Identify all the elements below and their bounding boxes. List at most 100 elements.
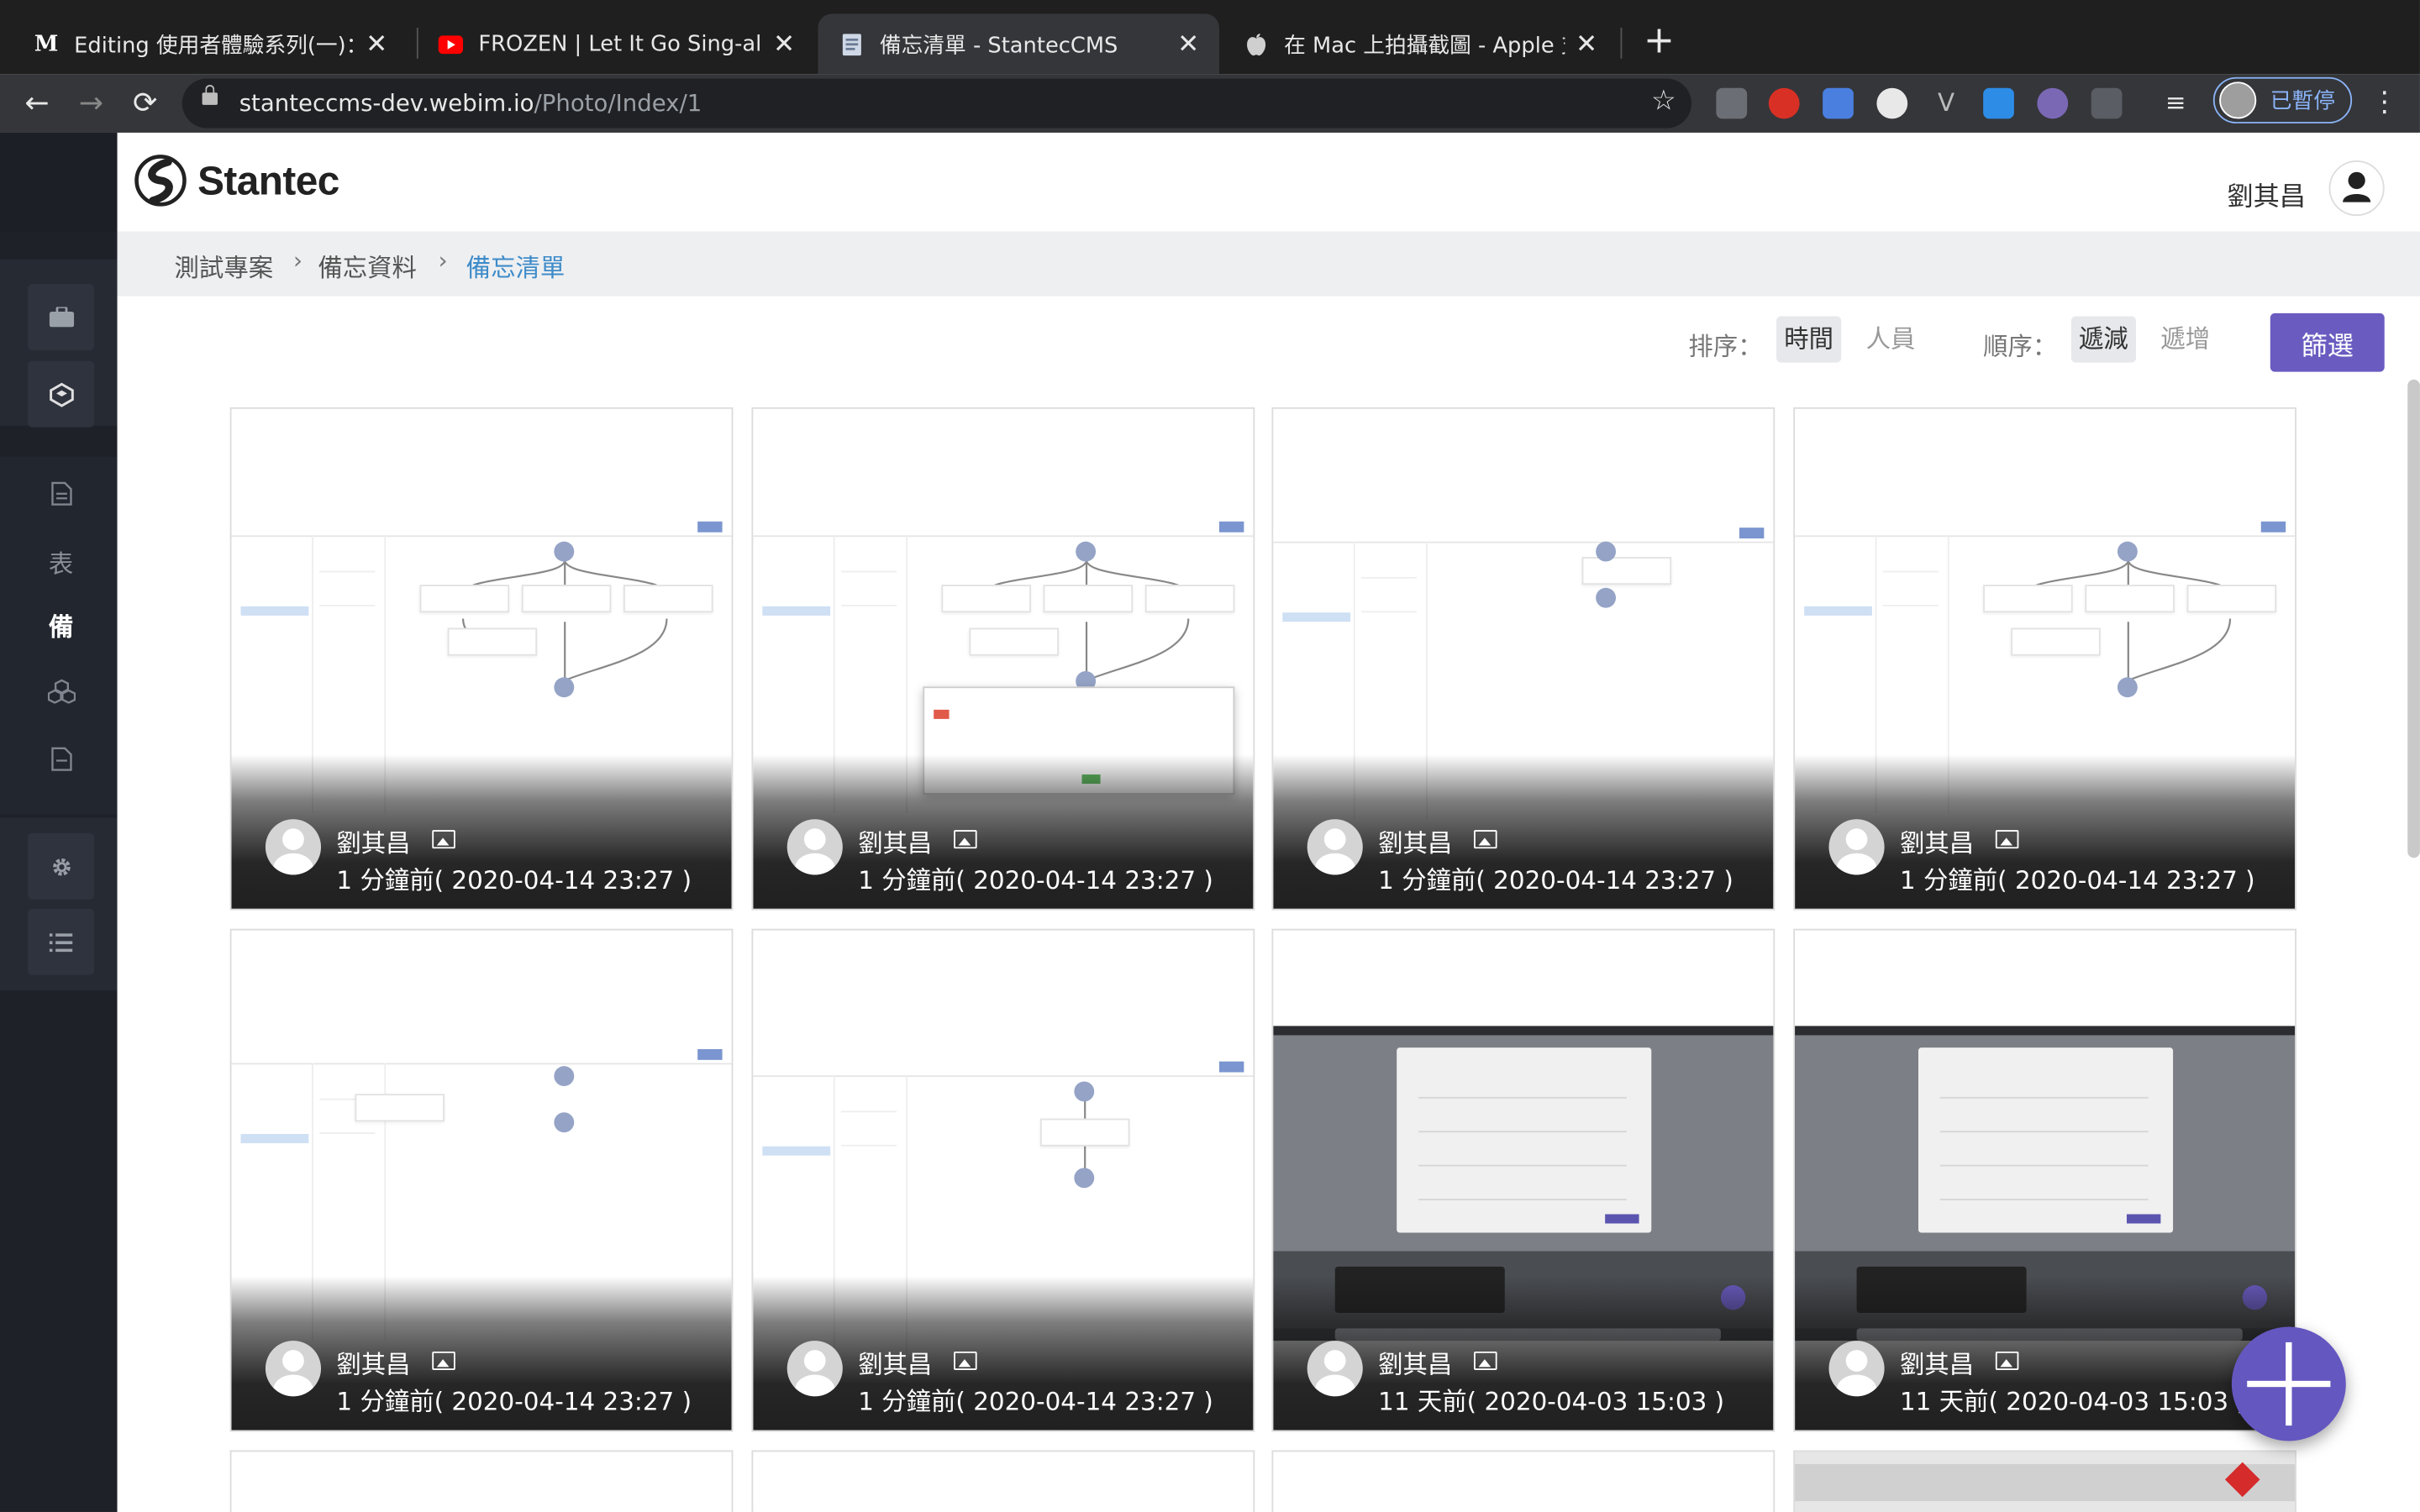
stantec-logo[interactable]: Stantec (134, 155, 339, 207)
apple-logo-icon (1244, 32, 1268, 56)
sidebar-item-models[interactable] (28, 360, 95, 428)
image-icon (1995, 1351, 2019, 1370)
order-descending[interactable]: 遞減 (2070, 316, 2137, 363)
browser-menu-icon[interactable]: ⋮ (2370, 87, 2398, 119)
sidebar-item-reports[interactable] (28, 725, 94, 791)
photo-card[interactable]: 劉其昌 1 分鐘前( 2020-04-14 23:27 ) (229, 928, 734, 1432)
youtube-icon (438, 32, 464, 56)
photo-card[interactable]: 劉其昌 11 天前( 2020-04-03 15:03 ) (1793, 928, 2297, 1432)
photo-card[interactable] (1271, 1450, 1776, 1512)
photo-card[interactable]: 劉其昌 11 天前( 2020-04-03 15:03 ) (1271, 928, 1776, 1432)
photo-timestamp: 1 分鐘前( 2020-04-14 23:27 ) (1899, 865, 2255, 895)
author-avatar (1828, 1341, 1885, 1397)
author-avatar (786, 1341, 843, 1397)
chevron-right-icon: › (292, 246, 302, 275)
image-icon (954, 830, 977, 849)
browser-tab-active[interactable]: 備忘清單 - StantecCMS ✕ (818, 13, 1219, 75)
browser-tab-bar: M Editing 使用者體驗系列(一)：照 ✕ FROZEN | Let It… (0, 0, 2420, 75)
author-name: 劉其昌 (1378, 1350, 1453, 1380)
author-avatar (265, 819, 322, 875)
image-icon (432, 1351, 455, 1370)
logo-text: Stantec (197, 156, 339, 203)
photo-card[interactable]: 劉其昌 1 分鐘前( 2020-04-14 23:27 ) (1793, 407, 2297, 911)
author-name: 劉其昌 (1378, 828, 1453, 858)
sidebar-item-memos[interactable]: 備 (28, 591, 94, 657)
sidebar: 表 備 (0, 132, 118, 1512)
photo-card[interactable]: 劉其昌 1 分鐘前( 2020-04-14 23:27 ) (1271, 407, 1776, 911)
extension-v-icon[interactable]: V (1931, 88, 1962, 119)
chevron-right-icon: › (438, 246, 448, 275)
browser-tab[interactable]: FROZEN | Let It Go Sing-along | ✕ (417, 14, 815, 75)
photo-timestamp: 1 分鐘前( 2020-04-14 23:27 ) (336, 865, 692, 895)
cubes-icon (47, 678, 76, 703)
new-tab-button[interactable]: + (1642, 22, 1676, 59)
sort-by-person[interactable]: 人員 (1858, 317, 1923, 363)
extension-owl-icon[interactable] (2037, 87, 2069, 119)
extension-translate-icon[interactable] (1823, 87, 1854, 119)
photo-card[interactable] (751, 1450, 1255, 1512)
photo-card[interactable]: 劉其昌 1 分鐘前( 2020-04-14 23:27 ) (751, 928, 1255, 1432)
extension-camera-icon[interactable] (1716, 87, 1748, 119)
photo-card[interactable]: 劉其昌 1 分鐘前( 2020-04-14 23:27 ) (229, 407, 734, 911)
reload-icon[interactable]: ⟳ (125, 83, 166, 123)
photo-card[interactable] (1793, 1450, 2297, 1512)
sort-by-time[interactable]: 時間 (1776, 316, 1842, 363)
breadcrumb-memo-data[interactable]: 備忘資料 (318, 247, 417, 284)
sidebar-item-components[interactable] (28, 657, 94, 723)
bookmark-star-icon[interactable]: ☆ (1651, 85, 1676, 118)
breadcrumb: 測試專案 › 備忘資料 › 備忘清單 (117, 231, 2420, 297)
breadcrumb-project[interactable]: 測試專案 (175, 247, 274, 284)
photo-card[interactable] (229, 1450, 734, 1512)
author-name: 劉其昌 (1899, 1350, 1975, 1380)
order-label: 順序： (1983, 331, 2058, 361)
profile-avatar (2219, 81, 2257, 119)
author-name: 劉其昌 (336, 1350, 411, 1380)
profile-button[interactable]: 已暫停 (2212, 76, 2353, 123)
address-bar[interactable]: stanteccms-dev.webim.io/Photo/Index/1 ☆ (182, 78, 1692, 129)
photo-timestamp: 1 分鐘前( 2020-04-14 23:27 ) (336, 1387, 692, 1417)
photo-card[interactable]: 劉其昌 1 分鐘前( 2020-04-14 23:27 ) (751, 407, 1255, 911)
page-scrollbar[interactable] (2407, 379, 2420, 858)
author-avatar (786, 819, 843, 875)
forward-arrow-icon[interactable]: → (71, 83, 111, 123)
browser-tab[interactable]: 在 Mac 上拍攝截圖 - Apple 支援 ✕ (1223, 14, 1618, 75)
close-tab-icon[interactable]: ✕ (771, 29, 796, 60)
tab-title: 在 Mac 上拍攝截圖 - Apple 支援 (1284, 33, 1565, 58)
author-avatar (1307, 819, 1363, 875)
stantec-logo-icon (134, 155, 187, 207)
document-icon (50, 480, 71, 505)
browser-tab[interactable]: M Editing 使用者體驗系列(一)：照 ✕ (13, 14, 408, 75)
image-icon (1474, 830, 1497, 849)
filter-button[interactable]: 篩選 (2270, 312, 2385, 372)
close-tab-icon[interactable]: ✕ (364, 29, 388, 60)
sidebar-item-list[interactable] (28, 908, 95, 975)
url-text[interactable]: stanteccms-dev.webim.io/Photo/Index/1 (239, 90, 702, 118)
file-icon (50, 746, 71, 770)
media-control-icon[interactable]: ≡ (2165, 88, 2196, 119)
photo-timestamp: 11 天前( 2020-04-03 15:03 ) (1899, 1387, 2246, 1417)
lock-icon (202, 85, 218, 105)
close-tab-icon[interactable]: ✕ (1574, 29, 1598, 60)
extension-adblock-icon[interactable] (1768, 87, 1800, 119)
back-arrow-icon[interactable]: ← (17, 83, 57, 123)
url-host: stanteccms-dev.webim.io (239, 89, 534, 118)
author-name: 劉其昌 (858, 1350, 933, 1380)
extension-ticket-icon[interactable] (2091, 87, 2123, 119)
sidebar-item-projects[interactable] (28, 283, 95, 350)
order-ascending[interactable]: 遞增 (2153, 317, 2217, 363)
breadcrumb-memo-list: 備忘清單 (466, 253, 566, 283)
close-tab-icon[interactable]: ✕ (1176, 29, 1201, 60)
add-photo-button[interactable] (2231, 1326, 2346, 1441)
extension-bracket-icon[interactable] (1876, 87, 1908, 119)
sidebar-item-settings[interactable] (28, 832, 95, 900)
author-name: 劉其昌 (858, 828, 933, 858)
current-username[interactable]: 劉其昌 (2227, 175, 2306, 213)
extension-cloud-icon[interactable] (1983, 87, 2014, 119)
sidebar-item-documents[interactable] (28, 459, 94, 526)
photo-timestamp: 1 分鐘前( 2020-04-14 23:27 ) (1378, 865, 1733, 895)
user-avatar[interactable] (2328, 160, 2385, 217)
app-header: Stantec 劉其昌 (117, 132, 2420, 232)
sidebar-item-label: 表 (48, 548, 74, 578)
sidebar-item-forms[interactable]: 表 (28, 528, 94, 594)
author-name: 劉其昌 (336, 828, 411, 858)
